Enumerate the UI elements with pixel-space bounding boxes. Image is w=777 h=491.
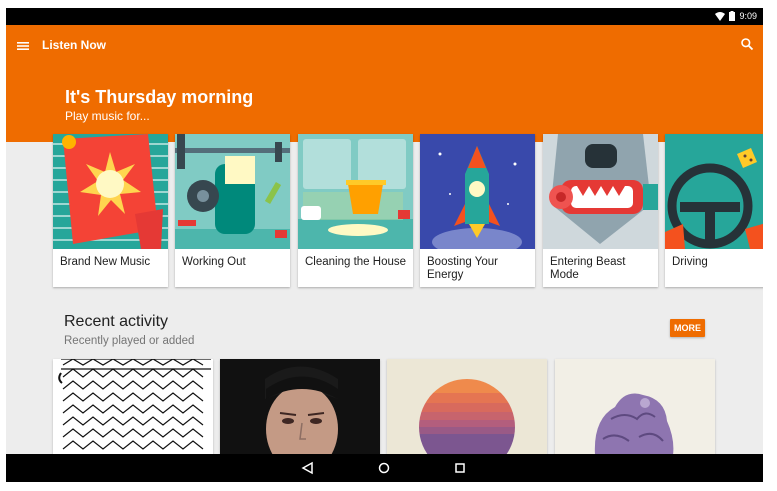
card-brand-new-music[interactable]: Brand New Music: [53, 134, 168, 287]
menu-icon[interactable]: [16, 39, 30, 53]
status-time: 9:09: [739, 11, 757, 21]
card-label: Working Out: [182, 256, 246, 268]
app-header: Listen Now It's Thursday morning Play mu…: [6, 25, 763, 142]
brand-new-music-art: [53, 134, 168, 249]
album-1-art: [53, 359, 213, 455]
working-out-art: [175, 134, 290, 249]
album-2-art: [220, 359, 380, 455]
card-label: Boosting Your Energy: [427, 256, 498, 281]
recent-activity-subtitle: Recently played or added: [64, 335, 195, 347]
battery-icon: [729, 11, 736, 21]
card-label: Driving: [672, 256, 708, 268]
album-3[interactable]: [387, 359, 547, 455]
navigation-bar: [6, 454, 763, 482]
entering-beast-mode-art: [543, 134, 658, 249]
back-icon[interactable]: [300, 460, 316, 476]
home-icon[interactable]: [376, 460, 392, 476]
card-cleaning-the-house[interactable]: Cleaning the House: [298, 134, 413, 287]
driving-art: [665, 134, 763, 249]
album-4-art: [555, 359, 715, 455]
album-3-art: [387, 359, 547, 455]
card-boosting-your-energy[interactable]: Boosting Your Energy: [420, 134, 535, 287]
boosting-your-energy-art: [420, 134, 535, 249]
status-bar: 9:09: [6, 8, 763, 25]
wifi-icon: [715, 11, 726, 21]
screen-title: Listen Now: [42, 38, 107, 52]
device-screen: 9:09 Listen Now It's Thursday morning Pl…: [6, 8, 763, 482]
card-label: Brand New Music: [60, 256, 151, 268]
search-icon[interactable]: [740, 37, 754, 51]
greeting-subtitle: Play music for...: [65, 109, 150, 123]
cleaning-the-house-art: [298, 134, 413, 249]
album-1[interactable]: [53, 359, 213, 455]
card-driving[interactable]: Driving: [665, 134, 763, 287]
card-working-out[interactable]: Working Out: [175, 134, 290, 287]
album-4[interactable]: [555, 359, 715, 455]
recent-activity-title: Recent activity: [64, 313, 169, 330]
album-2[interactable]: [220, 359, 380, 455]
card-label: Cleaning the House: [305, 256, 407, 268]
playlist-card-row: Brand New Music Working Out Cleaning the…: [53, 134, 763, 288]
recents-icon[interactable]: [452, 460, 468, 476]
more-button[interactable]: MORE: [670, 319, 705, 337]
card-entering-beast-mode[interactable]: Entering Beast Mode: [543, 134, 658, 287]
greeting-title: It's Thursday morning: [65, 87, 254, 107]
card-label: Entering Beast Mode: [550, 256, 626, 281]
